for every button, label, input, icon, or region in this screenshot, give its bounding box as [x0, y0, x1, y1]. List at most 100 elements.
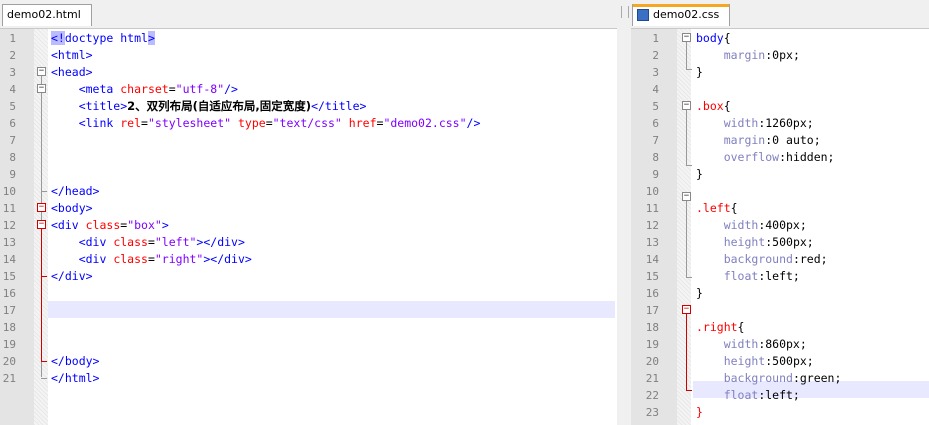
fold-collapse-icon[interactable]: − — [37, 67, 46, 76]
code-line[interactable]: 20 </body> — [0, 353, 617, 370]
fold-collapse-icon[interactable]: − — [37, 220, 46, 229]
code-text: <meta charset="utf-8"/> — [51, 81, 238, 98]
code-line[interactable]: 19 width:860px; — [631, 336, 929, 353]
code-line[interactable]: 13 <div class="left"></div> — [0, 234, 617, 251]
code-line[interactable]: 18 .right{ — [631, 319, 929, 336]
code-line[interactable]: 11 .left{ — [631, 200, 929, 217]
line-number: 3 — [9, 66, 16, 79]
tab-demo02-html[interactable]: demo02.html✕ — [2, 4, 92, 41]
code-line[interactable]: 9} — [631, 166, 929, 183]
code-line[interactable]: 2 <html> — [0, 47, 617, 64]
code-line[interactable]: 1 body{ — [631, 30, 929, 47]
fold-collapse-icon[interactable]: − — [37, 84, 46, 93]
code-token: :500px; — [765, 354, 814, 368]
code-line[interactable]: 12 <div class="box"> — [0, 217, 617, 234]
code-token: href — [341, 116, 377, 130]
html-editor-pane[interactable]: demo02.html✕ 1<!doctype html>2<html> 3 <he… — [0, 0, 617, 425]
html-code-editor[interactable]: 1 <!doctype html> 2 <html> 3 <head> 4 <meta ch… — [0, 29, 617, 425]
line-number: 13 — [2, 236, 16, 249]
code-text: .right{ — [696, 319, 744, 336]
code-line[interactable]: 16} — [631, 285, 929, 302]
code-token: body — [696, 31, 724, 45]
code-line[interactable]: 16 — [0, 285, 617, 302]
code-line[interactable]: 20 height:500px; — [631, 353, 929, 370]
code-line[interactable]: 7 margin:0 auto; — [631, 132, 929, 149]
code-line[interactable]: 15 </div> — [0, 268, 617, 285]
fold-collapse-icon[interactable]: − — [37, 203, 46, 212]
css-editor-pane[interactable]: demo02.css✕ 1body{2 margin:0px;3}45.box{… — [631, 0, 929, 425]
code-line[interactable]: 23} — [631, 404, 929, 421]
splitter-grip[interactable] — [621, 6, 629, 18]
fold-collapse-icon[interactable]: − — [682, 33, 691, 42]
css-code-editor[interactable]: 1 body{2 margin:0px; 3} 4 5 .box{6 width:1260… — [631, 29, 929, 425]
code-line[interactable]: 9 — [0, 166, 617, 183]
code-line[interactable]: 12 width:400px; — [631, 217, 929, 234]
code-token: width — [696, 218, 759, 232]
line-number: 5 — [9, 100, 16, 113]
line-number: 6 — [9, 117, 16, 130]
code-token: { — [730, 201, 738, 215]
code-line[interactable]: 13 height:500px; — [631, 234, 929, 251]
fold-line — [686, 42, 687, 69]
code-line[interactable]: 18 — [0, 319, 617, 336]
code-token: "utf-8" — [175, 82, 225, 96]
code-text: } — [696, 64, 703, 81]
code-text: <head> — [51, 64, 93, 81]
code-line[interactable]: 22 float:left; — [631, 387, 929, 404]
code-token: /> — [466, 116, 481, 130]
code-line[interactable]: 3 <head> — [0, 64, 617, 81]
code-token: class — [113, 252, 148, 266]
code-line[interactable]: 14 background:red; — [631, 251, 929, 268]
code-line[interactable]: 3} — [631, 64, 929, 81]
code-line[interactable]: 5 .box{ — [631, 98, 929, 115]
code-line[interactable]: 6 <link rel="stylesheet" type="text/css"… — [0, 115, 617, 132]
code-line[interactable]: 6 width:1260px; — [631, 115, 929, 132]
code-line[interactable]: 10 </head> — [0, 183, 617, 200]
line-number: 19 — [645, 338, 659, 351]
line-number: 16 — [645, 287, 659, 300]
code-text: <div class="box"> — [51, 217, 169, 234]
line-number: 16 — [2, 287, 16, 300]
fold-collapse-icon[interactable]: − — [682, 305, 691, 314]
code-line[interactable]: 7 — [0, 132, 617, 149]
code-token: <body> — [51, 201, 93, 215]
fold-collapse-icon[interactable]: − — [682, 192, 691, 201]
code-line[interactable]: 8 overflow:hidden; — [631, 149, 929, 166]
fold-collapse-icon[interactable]: − — [682, 101, 691, 110]
pane-splitter[interactable] — [617, 0, 631, 425]
code-token: "left" — [154, 235, 197, 249]
code-line[interactable]: 8 — [0, 149, 617, 166]
code-token: <meta — [51, 82, 121, 96]
code-line[interactable]: 5 <title>2、双列布局(自适应布局,固定宽度)</title> — [0, 98, 617, 115]
code-token: margin — [696, 133, 766, 147]
code-token: :860px; — [758, 337, 807, 351]
code-text: <title>2、双列布局(自适应布局,固定宽度)</title> — [51, 98, 367, 115]
code-line[interactable]: 15 float:left; — [631, 268, 929, 285]
line-number: 21 — [2, 372, 16, 385]
code-line[interactable]: 11 <body> — [0, 200, 617, 217]
code-line[interactable]: 4 — [631, 81, 929, 98]
code-text: <div class="left"></div> — [51, 234, 245, 251]
code-line[interactable]: 19 — [0, 336, 617, 353]
code-text: </html> — [51, 370, 99, 387]
code-line[interactable]: 21 background:green; — [631, 370, 929, 387]
code-line[interactable]: 17 — [631, 302, 929, 319]
tab-demo02-css[interactable]: demo02.css✕ — [632, 4, 730, 41]
code-line[interactable]: 4 <meta charset="utf-8"/> — [0, 81, 617, 98]
code-text: .box{ — [696, 98, 731, 115]
code-token: margin — [696, 48, 766, 62]
fold-line — [686, 201, 687, 277]
code-line[interactable]: 14 <div class="right"></div> — [0, 251, 617, 268]
code-token: > — [147, 31, 155, 45]
code-token: = — [147, 252, 155, 266]
fold-end-mark — [41, 361, 47, 362]
code-line[interactable]: 10 — [631, 183, 929, 200]
code-text: width:400px; — [696, 217, 807, 234]
code-token: "box" — [127, 218, 162, 232]
fold-end-mark — [41, 276, 47, 277]
code-line[interactable]: 21 </html> — [0, 370, 617, 387]
line-number: 13 — [645, 236, 659, 249]
code-line[interactable]: 2 margin:0px; — [631, 47, 929, 64]
code-line[interactable]: 17 — [0, 302, 617, 319]
code-line[interactable]: 1 <!doctype html> — [0, 30, 617, 47]
